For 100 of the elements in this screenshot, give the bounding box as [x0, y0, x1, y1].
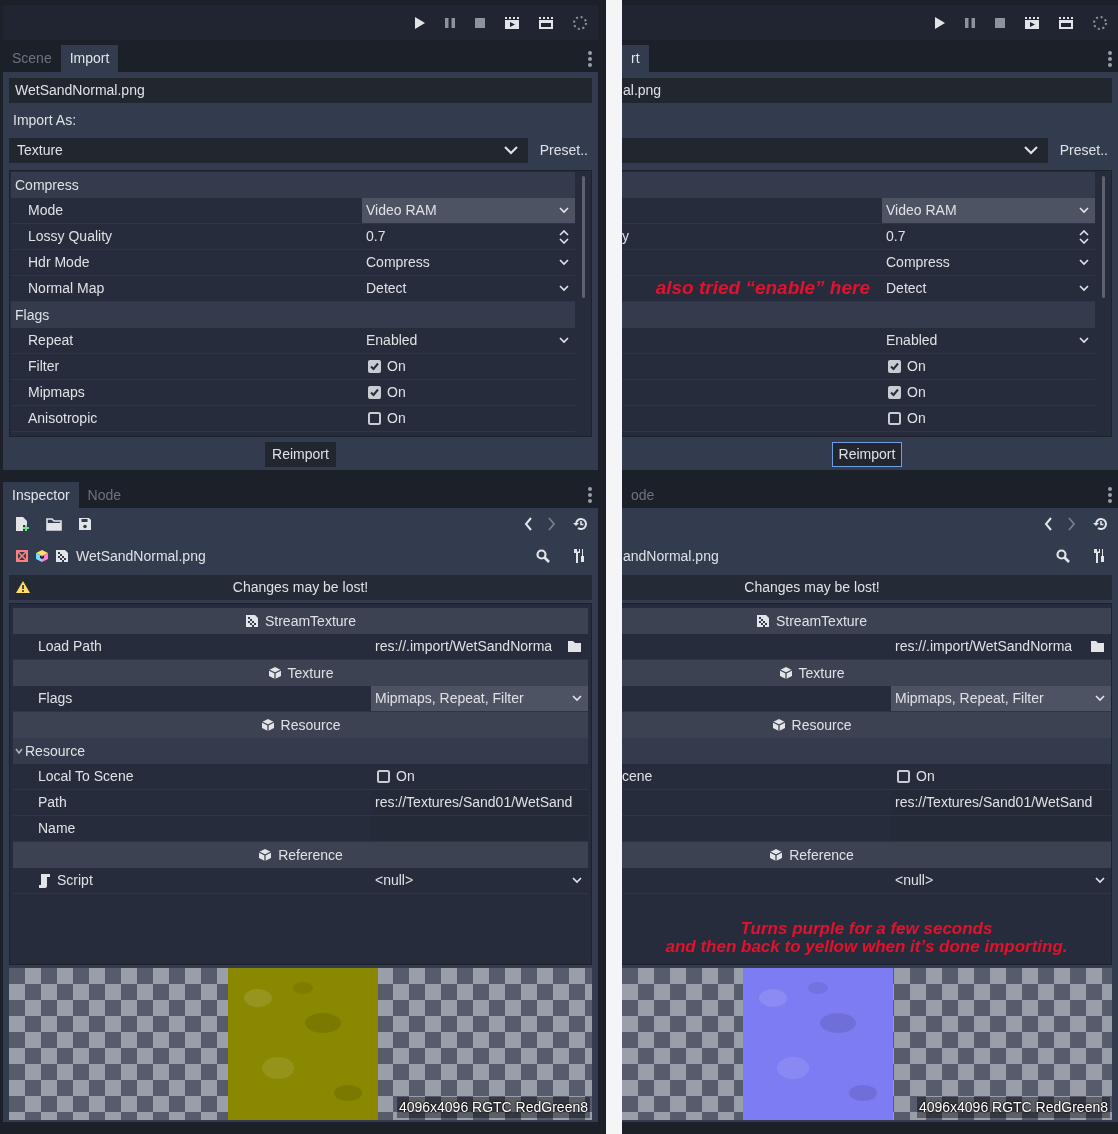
dropdown[interactable]: Video RAM	[882, 198, 1095, 223]
section-title: Compress	[15, 175, 79, 195]
tools-icon[interactable]	[1092, 548, 1106, 564]
checkbox-icon[interactable]	[377, 770, 390, 783]
preset-button[interactable]: Preset..	[1055, 138, 1112, 163]
history-icon[interactable]	[572, 517, 588, 531]
search-icon[interactable]	[536, 549, 550, 563]
property-label: Local To Scene	[38, 767, 134, 786]
property-value: res://.import/WetSandNorma	[895, 637, 1073, 656]
tab[interactable]: Import	[60, 45, 119, 72]
new-file-icon[interactable]	[15, 516, 30, 532]
checkbox-icon[interactable]	[897, 770, 910, 783]
clapperboard-play-icon[interactable]	[1024, 15, 1040, 30]
dropdown[interactable]: Video RAM	[362, 198, 575, 223]
tab[interactable]: Inspector	[3, 482, 79, 508]
category-title: StreamTexture	[264, 611, 356, 631]
clapperboard-play-icon[interactable]	[504, 15, 520, 30]
property-value: res://.import/WetSandNorma	[375, 637, 553, 656]
group-title: Resource	[25, 741, 85, 761]
category-title: Reference	[789, 845, 854, 865]
checkbox[interactable]: On	[368, 356, 406, 377]
up-down-arrows-icon[interactable]	[559, 229, 569, 244]
back-icon[interactable]	[524, 517, 532, 531]
back-icon[interactable]	[1044, 517, 1052, 531]
clapperboard-icon[interactable]	[1058, 15, 1074, 30]
chevron-down-icon	[503, 146, 518, 155]
category-title: Reference	[278, 845, 343, 865]
section-header[interactable]: Flags	[11, 302, 575, 328]
preset-button[interactable]: Preset..	[535, 138, 592, 163]
property-value: res://Textures/Sand01/WetSand	[895, 793, 1093, 812]
reimport-button[interactable]: Reimport	[265, 442, 336, 467]
play-icon[interactable]	[932, 15, 946, 30]
checkbox-icon[interactable]	[368, 386, 381, 399]
scrollbar-thumb[interactable]	[1101, 176, 1105, 298]
spin-box[interactable]: 0.7	[882, 224, 1095, 249]
section-header[interactable]: Compress	[11, 172, 575, 198]
chevron-down-icon	[1023, 146, 1038, 155]
file-name-field[interactable]: WetSandNormal.png	[9, 78, 592, 103]
dropdown[interactable]: Mipmaps, Repeat, Filter	[891, 686, 1111, 711]
checkbox[interactable]: On	[377, 766, 415, 787]
checkbox[interactable]: On	[888, 408, 926, 429]
section-title: Flags	[15, 305, 50, 325]
spinner-icon	[572, 14, 588, 31]
cube-icon	[260, 718, 275, 732]
folder-icon[interactable]	[1090, 640, 1105, 653]
cube-icon[interactable]	[35, 549, 49, 563]
checkbox[interactable]: On	[368, 408, 406, 429]
stop-icon[interactable]	[994, 16, 1006, 29]
checkbox[interactable]: On	[897, 766, 935, 787]
cube-icon	[778, 666, 793, 680]
resource-title: andNormal.png	[623, 546, 719, 566]
forward-icon[interactable]	[1068, 517, 1076, 531]
tools-icon[interactable]	[572, 548, 586, 564]
folder-icon[interactable]	[46, 517, 62, 531]
folder-icon[interactable]	[567, 640, 582, 653]
checkbox[interactable]: On	[888, 356, 926, 377]
property-label: y	[622, 227, 629, 246]
dropdown[interactable]: Mipmaps, Repeat, Filter	[371, 686, 588, 711]
category-title: StreamTexture	[775, 611, 867, 631]
pause-icon[interactable]	[444, 16, 456, 29]
menu-icon[interactable]	[1108, 487, 1112, 503]
property-label: Mode	[28, 201, 64, 220]
checkbox-icon[interactable]	[888, 386, 901, 399]
menu-icon[interactable]	[1108, 51, 1112, 67]
menu-icon[interactable]	[588, 487, 592, 503]
pause-icon[interactable]	[964, 16, 976, 29]
spin-box[interactable]: 0.7	[362, 224, 575, 249]
node-icon[interactable]	[15, 549, 29, 563]
scrollbar-thumb[interactable]	[581, 176, 585, 298]
up-down-arrows-icon[interactable]	[1079, 229, 1089, 244]
checkbox-icon[interactable]	[888, 412, 901, 425]
warning-message: Changes may be lost!	[232, 578, 369, 597]
checkbox[interactable]: On	[368, 382, 406, 403]
group-header[interactable]: Resource	[13, 738, 588, 764]
checkbox-icon[interactable]	[888, 360, 901, 373]
chevron-down-icon	[1079, 285, 1089, 292]
tab[interactable]: rt	[622, 45, 649, 72]
property-label: Repeat	[28, 331, 74, 350]
checkbox[interactable]: On	[888, 382, 926, 403]
menu-icon[interactable]	[588, 51, 592, 67]
cube-icon	[267, 666, 282, 680]
file-name-field[interactable]: al.png	[622, 78, 1112, 103]
property-label: cene	[622, 767, 653, 786]
cube-icon	[769, 848, 784, 862]
reimport-button[interactable]: Reimport	[831, 442, 903, 467]
play-icon[interactable]	[412, 15, 426, 30]
clapperboard-icon[interactable]	[538, 15, 554, 30]
checkbox-icon[interactable]	[368, 412, 381, 425]
import-type-dropdown[interactable]: Texture	[9, 138, 528, 163]
property-label: Anisotropic	[28, 409, 98, 428]
checkbox-icon[interactable]	[368, 360, 381, 373]
cube-icon	[771, 718, 786, 732]
chevron-down-icon	[572, 695, 582, 702]
forward-icon[interactable]	[548, 517, 556, 531]
stop-icon[interactable]	[474, 16, 486, 29]
search-icon[interactable]	[1056, 549, 1070, 563]
chevron-down-icon	[559, 337, 569, 344]
chevron-down-icon	[559, 207, 569, 214]
save-icon[interactable]	[78, 517, 92, 531]
history-icon[interactable]	[1092, 517, 1108, 531]
